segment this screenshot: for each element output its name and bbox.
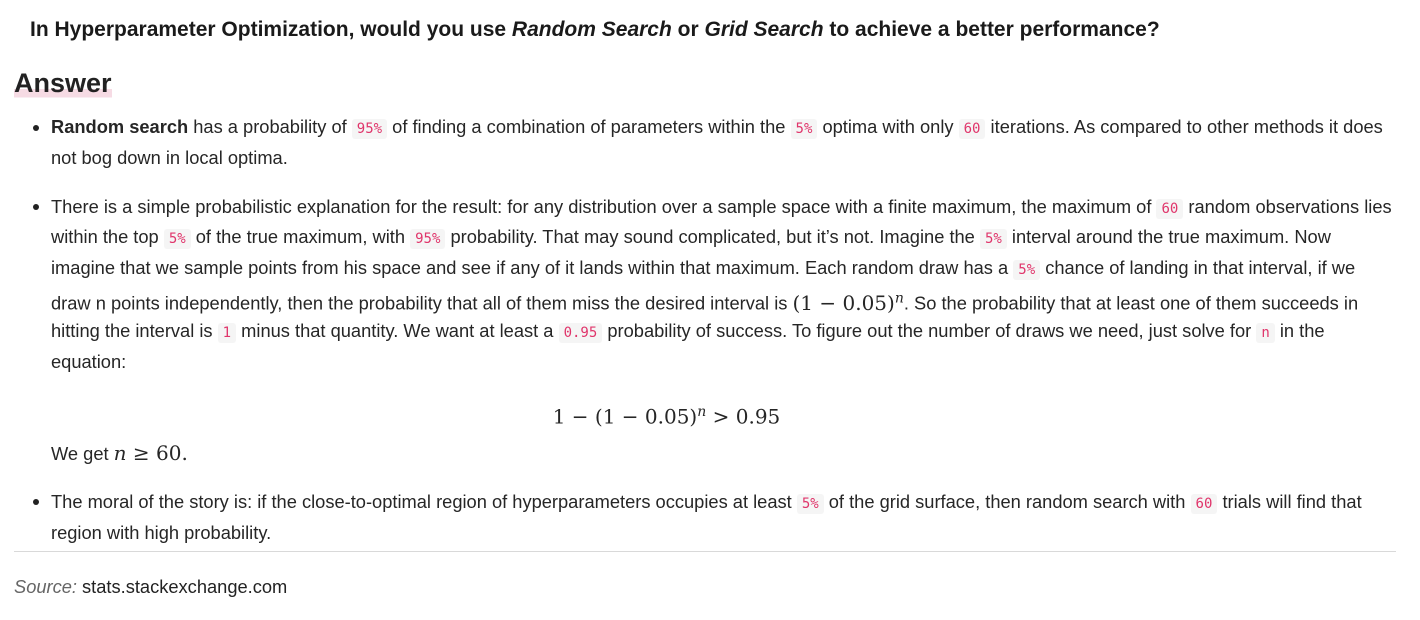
display-equation-exponent: n	[697, 404, 707, 421]
question-text-3: to achieve a better performance?	[823, 18, 1160, 41]
inline-code: 0.95	[558, 323, 603, 344]
answer-heading: Answer	[14, 66, 112, 100]
answer-text: has a probability of	[188, 116, 352, 137]
inline-code: 60	[1190, 493, 1218, 514]
inline-code: 95%	[410, 229, 446, 250]
answer-text: The moral of the story is: if the close-…	[51, 490, 797, 512]
answer-bold-term: Random search	[51, 116, 189, 137]
source-line: Source: stats.stackexchange.com	[14, 576, 287, 598]
answer-text: minus that quantity. We want at least a	[236, 320, 559, 342]
answer-text: probability of success. To figure out th…	[602, 320, 1257, 342]
display-equation-right: > 0.95	[706, 404, 781, 429]
display-equation: 1 − (1 − 0.05)n > 0.95	[51, 398, 1392, 429]
inline-math-base: (1 − 0.05)	[792, 290, 895, 315]
inline-code: 5%	[163, 229, 191, 250]
question-text-1: In Hyperparameter Optimization, would yo…	[30, 18, 512, 41]
page: In Hyperparameter Optimization, would yo…	[0, 0, 1420, 620]
result-text: We get	[51, 443, 114, 465]
source-site: stats.stackexchange.com	[82, 576, 288, 597]
answer-item-moral: The moral of the story is: if the close-…	[0, 488, 1400, 547]
result-line: We get n ≥ 60.	[51, 440, 1392, 468]
answer-text: of the grid surface, then random search …	[823, 490, 1191, 512]
question-text-2: or	[671, 18, 705, 41]
display-equation-left: 1 − (1 − 0.05)	[552, 404, 698, 429]
inline-code: 5%	[790, 119, 818, 139]
inline-code: 95%	[351, 119, 388, 139]
inline-code: 5%	[979, 229, 1007, 250]
answer-item-random-search: Random search has a probability of 95% o…	[0, 113, 1400, 172]
source-label: Source:	[14, 576, 78, 597]
inline-code: 1	[217, 323, 237, 344]
inline-math-exponent: n	[894, 289, 904, 306]
answer-list: Random search has a probability of 95% o…	[0, 113, 1400, 546]
inline-code: 5%	[1013, 260, 1041, 281]
result-math: n ≥ 60.	[114, 441, 188, 465]
answer-item-explanation: There is a simple probabilistic explanat…	[0, 193, 1400, 468]
answer-text: There is a simple probabilistic explanat…	[51, 195, 1157, 217]
question-title: In Hyperparameter Optimization, would yo…	[30, 18, 1160, 42]
divider	[14, 551, 1396, 552]
inline-code: 60	[958, 119, 986, 139]
inline-math: (1 − 0.05)n	[792, 289, 904, 315]
answer-text: of the true maximum, with	[190, 226, 411, 248]
answer-text: probability. That may sound complicated,…	[445, 226, 980, 248]
answer-text: optima with only	[817, 116, 959, 137]
question-option-grid-search: Grid Search	[704, 18, 824, 41]
answer-text: of finding a combination of parameters w…	[387, 116, 791, 137]
inline-code: 60	[1156, 198, 1184, 219]
inline-code: 5%	[796, 493, 824, 514]
question-option-random-search: Random Search	[511, 18, 672, 41]
inline-code: n	[1256, 323, 1275, 344]
result-variable: n	[113, 441, 127, 466]
result-inequality: ≥ 60.	[126, 441, 188, 466]
